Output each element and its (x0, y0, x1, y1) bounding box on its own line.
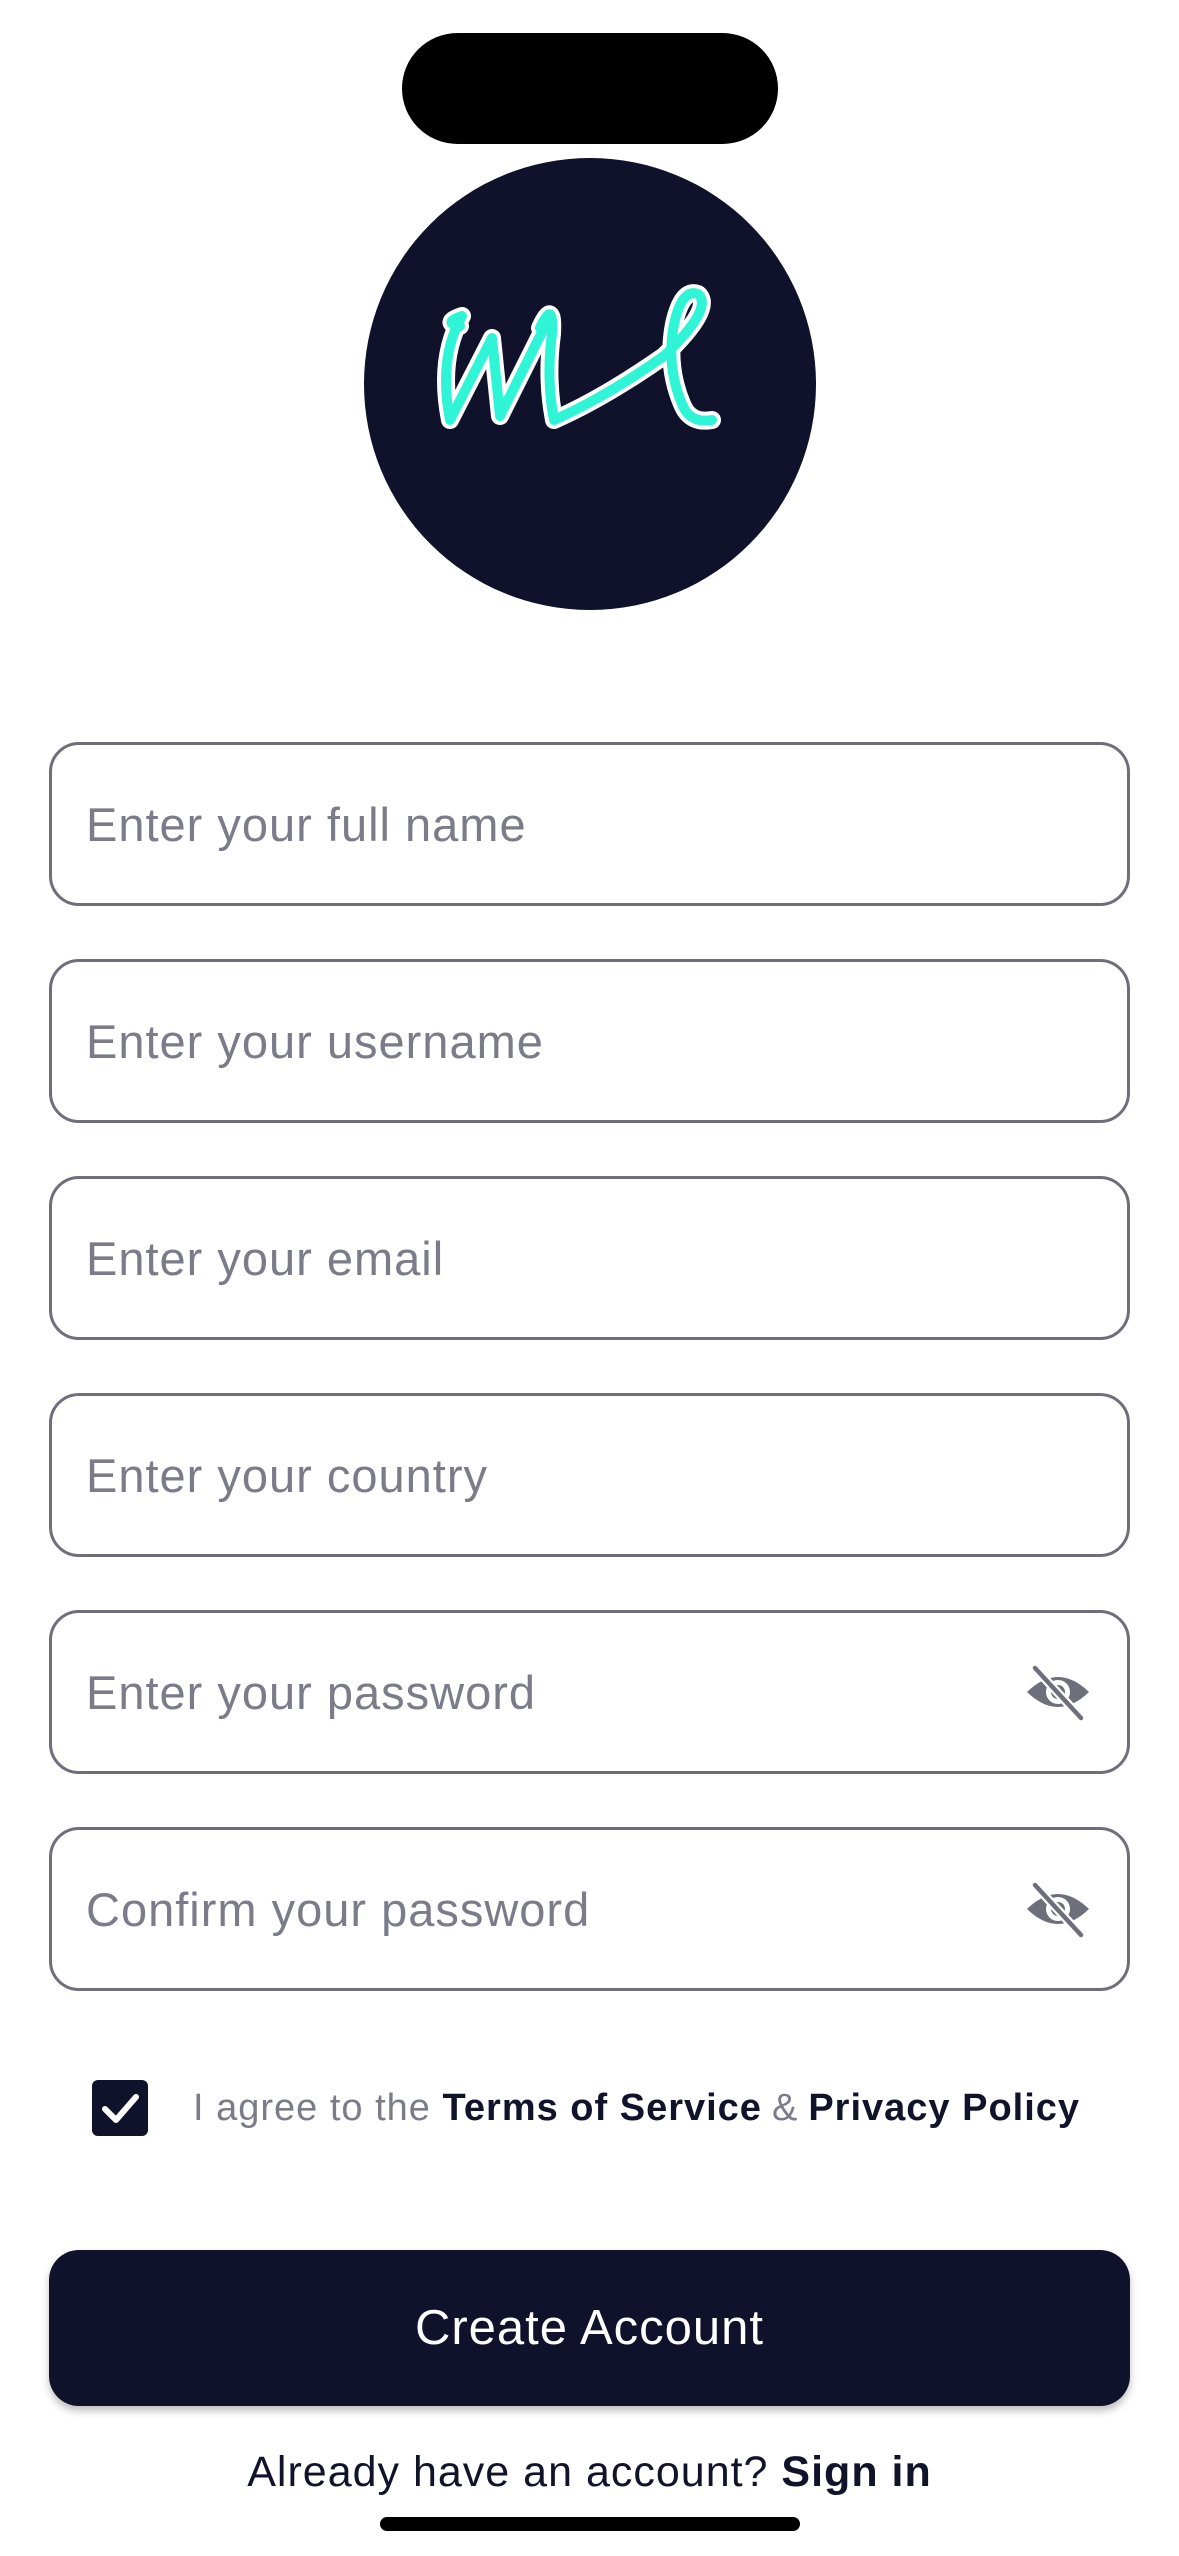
agreement-separator: & (771, 2086, 799, 2129)
signin-prompt-row: Already have an account? Sign in (0, 2448, 1179, 2497)
email-field[interactable] (49, 1176, 1130, 1340)
password-field[interactable] (49, 1610, 1130, 1774)
username-field[interactable] (49, 959, 1130, 1123)
app-logo (364, 158, 816, 610)
dynamic-island (402, 33, 778, 144)
agree-checkbox[interactable] (92, 2080, 148, 2136)
signin-prompt: Already have an account? (247, 2448, 769, 2496)
sign-in-link[interactable]: Sign in (781, 2448, 931, 2496)
country-field[interactable] (49, 1393, 1130, 1557)
email-input[interactable] (86, 1179, 986, 1337)
username-input[interactable] (86, 962, 986, 1120)
confirm-password-input[interactable] (86, 1830, 986, 1988)
wl-logo-icon (437, 284, 721, 430)
password-input[interactable] (86, 1613, 986, 1771)
agreement-prefix: I agree to the (193, 2086, 431, 2129)
home-indicator (380, 2517, 800, 2531)
full-name-field[interactable] (49, 742, 1130, 906)
agreement-text: I agree to the Terms of Service & Privacy … (193, 2087, 1080, 2130)
country-input[interactable] (86, 1396, 986, 1554)
eye-slash-icon[interactable] (1023, 1662, 1093, 1722)
eye-slash-icon[interactable] (1023, 1879, 1093, 1939)
terms-agreement: I agree to the Terms of Service & Privacy … (92, 2080, 1080, 2136)
terms-of-service-link[interactable]: Terms of Service (443, 2087, 762, 2129)
privacy-policy-link[interactable]: Privacy Policy (808, 2087, 1080, 2129)
create-account-button[interactable]: Create Account (49, 2250, 1130, 2406)
confirm-password-field[interactable] (49, 1827, 1130, 1991)
checkmark-icon (102, 2094, 139, 2123)
full-name-input[interactable] (86, 745, 986, 903)
